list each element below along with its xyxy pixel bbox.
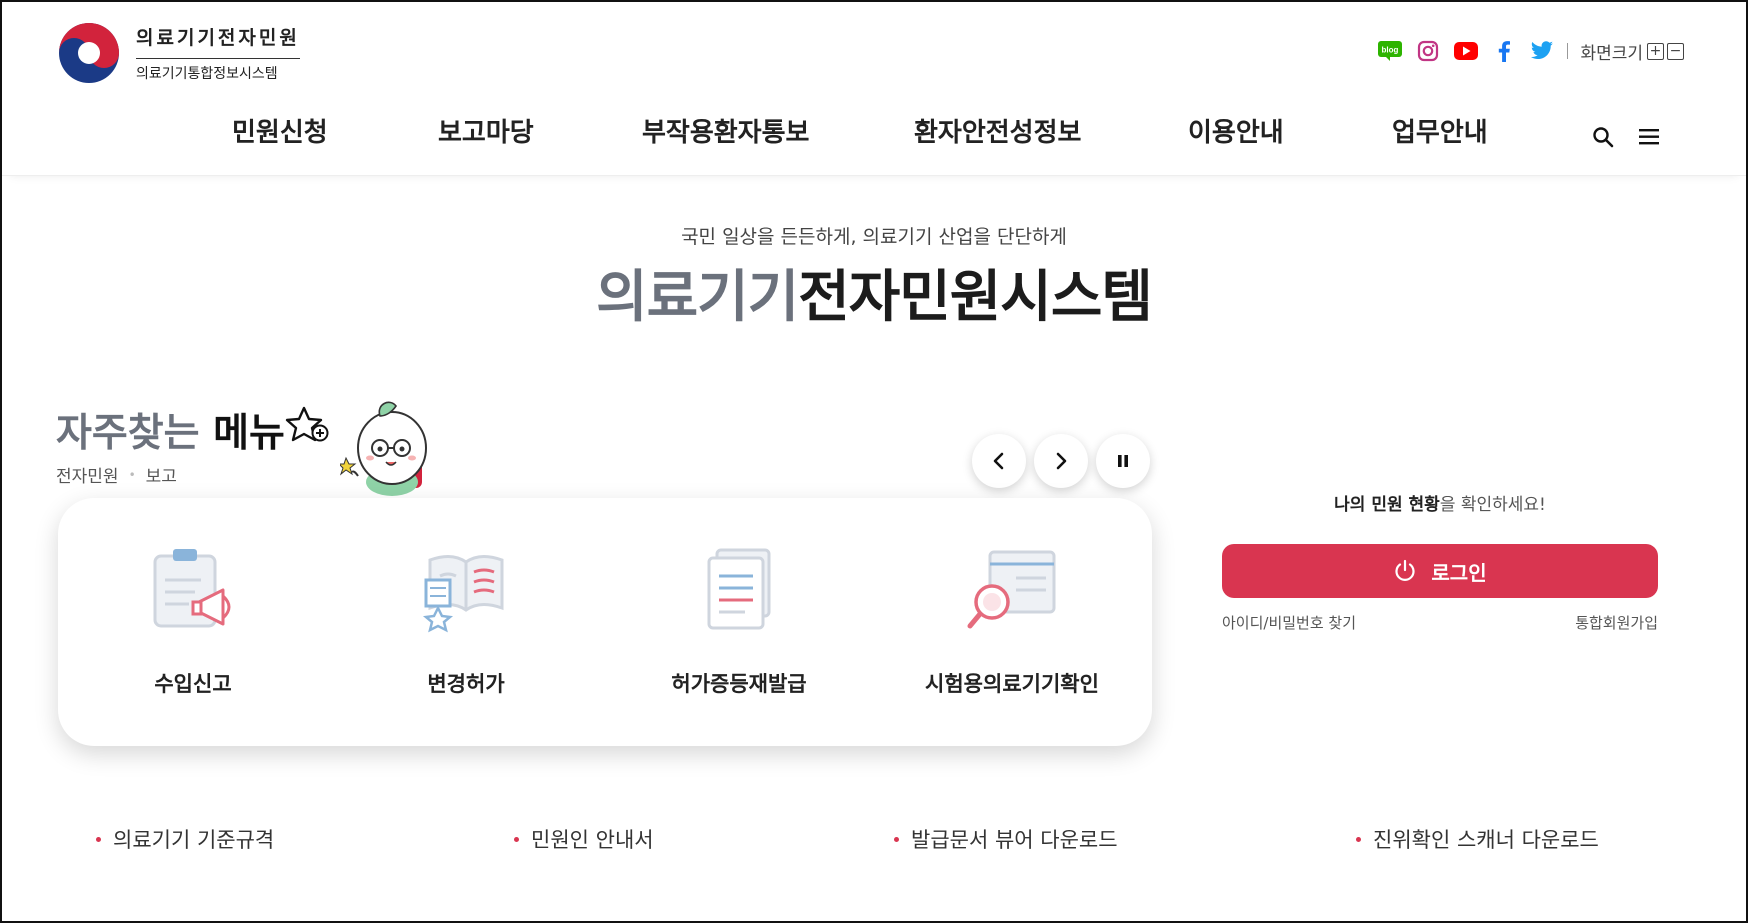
- find-id-password-link[interactable]: 아이디/비밀번호 찾기: [1222, 612, 1356, 633]
- favorite-item-change-permit[interactable]: 변경허가: [351, 498, 581, 746]
- tab-civil[interactable]: 전자민원: [56, 462, 119, 487]
- link-viewer-download[interactable]: 발급문서 뷰어 다운로드: [894, 824, 1118, 854]
- link-label: 발급문서 뷰어 다운로드: [911, 828, 1118, 852]
- favorite-item-import-report[interactable]: 수입신고: [78, 498, 308, 746]
- taegeuk-logo-icon: [59, 23, 119, 83]
- youtube-icon[interactable]: [1453, 38, 1479, 64]
- power-icon: [1395, 559, 1415, 581]
- magnifier-document-icon: [967, 550, 1056, 629]
- favorites-title-part1: 자주찾는: [56, 411, 214, 456]
- login-message-bold: 나의 민원 현황: [1334, 495, 1440, 515]
- chevron-left-icon: [993, 452, 1004, 470]
- document-stack-icon: [707, 548, 771, 630]
- slider-pause-button[interactable]: [1096, 434, 1150, 488]
- tab-separator: •: [128, 467, 136, 482]
- hero-subtitle: 국민 일상을 든든하게, 의료기기 산업을 단단하게: [681, 226, 1067, 248]
- favorite-item-label: 변경허가: [427, 672, 505, 696]
- hero-title-part1: 의료기기: [596, 265, 799, 330]
- link-label: 진위확인 스캐너 다운로드: [1373, 828, 1599, 852]
- book-award-icon: [422, 555, 504, 633]
- link-label: 민원인 안내서: [531, 828, 654, 852]
- link-device-standards[interactable]: 의료기기 기준규격: [96, 824, 274, 854]
- zoom-in-button[interactable]: +: [1647, 42, 1664, 60]
- zoom-label: 화면크기: [1580, 43, 1643, 64]
- hero-title: 의료기기전자민원시스템: [0, 252, 1748, 333]
- favorite-item-label: 시험용의료기기확인: [925, 672, 1099, 696]
- hero-title-part2: 전자민원시스템: [798, 265, 1153, 330]
- nav-item-civil-application[interactable]: 민원신청: [232, 112, 328, 149]
- favorite-item-permit-reissue[interactable]: 허가증등재발급: [624, 498, 854, 746]
- login-message-rest: 을 확인하세요!: [1439, 495, 1546, 515]
- slider-next-button[interactable]: [1034, 434, 1088, 488]
- bullet-icon: [894, 836, 899, 842]
- favorite-item-label: 허가증등재발급: [671, 672, 807, 696]
- bullet-icon: [514, 836, 519, 842]
- nav-item-adverse-events[interactable]: 부작용환자통보: [642, 112, 809, 149]
- favorites-title-part2: 메뉴: [213, 411, 285, 456]
- favorites-card: 수입신고 변경허가 허가증등재발급 시험용의료기기확인: [58, 498, 1152, 746]
- favorite-item-trial-device-check[interactable]: 시험용의료기기확인: [897, 498, 1127, 746]
- login-message: 나의 민원 현황을 확인하세요!: [1222, 490, 1658, 515]
- clipboard-megaphone-icon: [153, 549, 231, 628]
- bullet-icon: [96, 836, 101, 842]
- nav-item-business[interactable]: 업무안내: [1392, 112, 1488, 149]
- logo[interactable]: 의료기기전자민원 의료기기통합정보시스템: [58, 22, 300, 84]
- link-label: 의료기기 기준규격: [113, 828, 275, 852]
- utility-separator: [1567, 43, 1569, 59]
- twitter-icon[interactable]: [1529, 38, 1555, 64]
- slider-prev-button[interactable]: [972, 434, 1026, 488]
- svg-text:blog: blog: [1382, 46, 1399, 55]
- link-applicant-guide[interactable]: 민원인 안내서: [514, 824, 654, 854]
- logo-title: 의료기기전자민원: [136, 27, 300, 49]
- header: 의료기기전자민원 의료기기통합정보시스템 blog 화면크기 + − 민원신청 …: [2, 2, 1746, 176]
- mascot-character: [340, 401, 427, 496]
- tab-report[interactable]: 보고: [146, 462, 177, 487]
- nav-item-patient-safety[interactable]: 환자안전성정보: [914, 112, 1081, 149]
- nav-item-guide[interactable]: 이용안내: [1188, 112, 1284, 149]
- blog-icon[interactable]: blog: [1377, 38, 1403, 64]
- favorites-title: 자주찾는 메뉴: [56, 402, 285, 458]
- pause-icon: [1118, 455, 1128, 467]
- utility-bar: blog 화면크기 + −: [1377, 38, 1684, 64]
- favorites-tabs: 전자민원 • 보고: [56, 462, 177, 487]
- favorite-item-label: 수입신고: [154, 672, 232, 696]
- link-scanner-download[interactable]: 진위확인 스캐너 다운로드: [1356, 824, 1599, 854]
- instagram-icon[interactable]: [1415, 38, 1441, 64]
- chevron-right-icon: [1056, 452, 1067, 470]
- login-button[interactable]: 로그인: [1222, 544, 1658, 598]
- bullet-icon: [1356, 836, 1361, 842]
- zoom-out-button[interactable]: −: [1667, 42, 1684, 60]
- nav-item-reports[interactable]: 보고마당: [438, 112, 534, 149]
- logo-subtitle: 의료기기통합정보시스템: [136, 58, 300, 83]
- facebook-icon[interactable]: [1491, 38, 1517, 64]
- search-icon[interactable]: [1592, 126, 1614, 148]
- hamburger-menu-icon[interactable]: [1638, 128, 1660, 146]
- signup-link[interactable]: 통합회원가입: [1572, 612, 1658, 633]
- login-button-label: 로그인: [1431, 560, 1487, 585]
- main-nav: 민원신청 보고마당 부작용환자통보 환자안전성정보 이용안내 업무안내: [2, 112, 1746, 152]
- star-add-icon[interactable]: [284, 405, 330, 447]
